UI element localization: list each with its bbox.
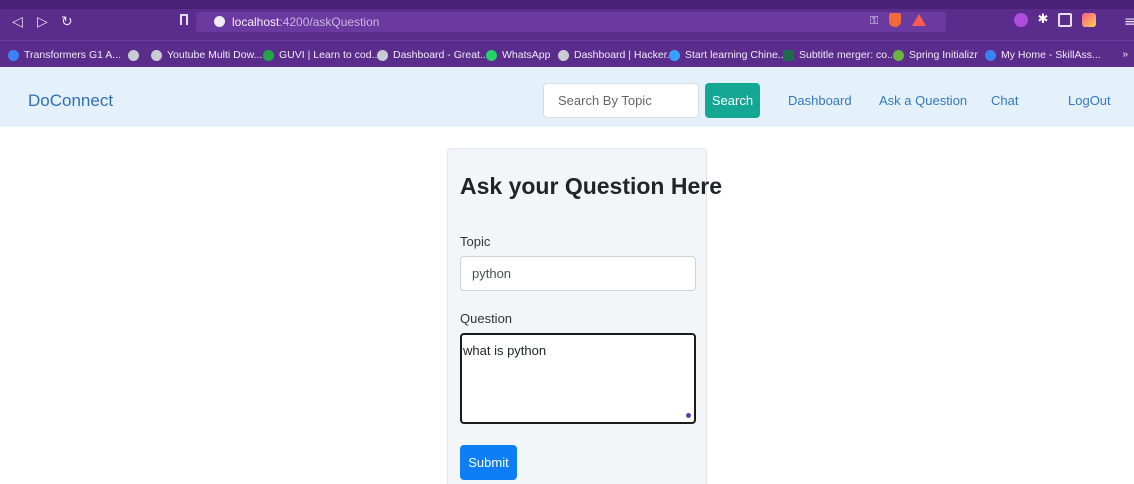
bookmark-label: GUVI | Learn to cod... [279, 49, 381, 61]
brand-logo[interactable]: DoConnect [28, 91, 113, 111]
nav-link-chat[interactable]: Chat [991, 93, 1018, 108]
globe-icon [128, 49, 139, 61]
bookmark-label: Start learning Chine... [685, 49, 787, 61]
brave-shield-icon[interactable] [889, 13, 901, 27]
tab-strip [0, 0, 1134, 9]
bookmark-label: Transformers G1 A... [24, 49, 122, 61]
search-input[interactable] [543, 83, 699, 118]
bookmark-page-icon[interactable] [180, 14, 188, 25]
reload-icon[interactable]: ↻ [61, 15, 73, 29]
topic-input[interactable] [460, 256, 696, 291]
bookmark-label: Youtube Multi Dow... [167, 49, 263, 61]
menu-icon[interactable]: ≡ [1124, 15, 1134, 29]
subtitle-merger-icon [783, 49, 794, 61]
bookmark-label: Dashboard | Hacker... [574, 49, 676, 61]
bookmark-label: My Home - SkillAss... [1001, 49, 1101, 61]
greatlearning-icon [377, 49, 388, 61]
bookmark-favicon-icon [8, 49, 19, 61]
more-bookmarks-icon[interactable]: » [1122, 49, 1128, 60]
bookmark-label: Spring Initializr [909, 49, 978, 61]
bookmark-item[interactable]: WhatsApp [486, 47, 550, 63]
spring-icon [893, 49, 904, 61]
ask-question-form: Ask your Question Here Topic Question wh… [447, 148, 722, 484]
question-textarea[interactable]: what is python [460, 333, 696, 424]
forward-arrow-icon[interactable]: ▷ [37, 15, 48, 29]
brave-rewards-icon[interactable] [912, 14, 926, 26]
password-key-icon[interactable]: ⚿ [870, 14, 878, 28]
app-navbar: DoConnect Search Dashboard Ask a Questio… [0, 67, 1134, 127]
bookmark-label: WhatsApp [502, 49, 551, 61]
nav-link-dashboard[interactable]: Dashboard [788, 93, 852, 108]
bookmark-item[interactable]: Youtube Multi Dow... [151, 47, 262, 63]
bookmarks-bar: Transformers G1 A... Youtube Multi Dow..… [0, 40, 1134, 67]
bookmark-item[interactable]: Subtitle merger: co... [783, 47, 896, 63]
nav-link-logout[interactable]: LogOut [1068, 93, 1111, 108]
url-path: :4200/askQuestion [279, 15, 380, 29]
bookmark-item[interactable]: Start learning Chine... [669, 47, 787, 63]
bookmark-item[interactable]: Spring Initializr [893, 47, 978, 63]
submit-button[interactable]: Submit [460, 445, 517, 480]
bookmark-item[interactable]: Dashboard | Hacker... [558, 47, 675, 63]
site-info-icon[interactable] [214, 16, 225, 27]
bookmark-item[interactable] [128, 47, 144, 63]
whatsapp-icon [486, 49, 497, 61]
bookmark-item[interactable]: My Home - SkillAss... [985, 47, 1101, 63]
globe-icon [151, 49, 162, 61]
address-bar[interactable]: localhost:4200/askQuestion [196, 12, 946, 32]
browser-toolbar: ◁ ▷ ↻ localhost:4200/askQuestion ⚿ ✱ ≡ [0, 0, 1134, 40]
form-title: Ask your Question Here [460, 173, 723, 199]
extensions-puzzle-icon[interactable]: ✱ [1036, 13, 1050, 27]
back-arrow-icon[interactable]: ◁ [12, 15, 23, 29]
question-label: Question [460, 311, 513, 326]
bookmark-item[interactable]: GUVI | Learn to cod... [263, 47, 380, 63]
skillassure-icon [985, 49, 996, 61]
nav-link-ask-question[interactable]: Ask a Question [879, 93, 967, 108]
resize-handle-icon[interactable] [686, 413, 691, 418]
profile-icon[interactable] [1082, 13, 1096, 27]
chinese-course-icon [669, 49, 680, 61]
search-button[interactable]: Search [705, 83, 760, 118]
globe-icon [558, 49, 569, 61]
guvi-icon [263, 49, 274, 61]
url-host: localhost [232, 15, 280, 29]
extension-icon[interactable] [1014, 13, 1028, 27]
bookmark-item[interactable]: Dashboard - Great... [377, 47, 489, 63]
address-url: localhost:4200/askQuestion [232, 15, 379, 29]
bookmark-item[interactable]: Transformers G1 A... [8, 47, 121, 63]
topic-label: Topic [460, 234, 491, 249]
tab-window-icon[interactable] [1058, 13, 1072, 27]
bookmark-label: Subtitle merger: co... [799, 49, 896, 61]
bookmark-label: Dashboard - Great... [393, 49, 489, 61]
